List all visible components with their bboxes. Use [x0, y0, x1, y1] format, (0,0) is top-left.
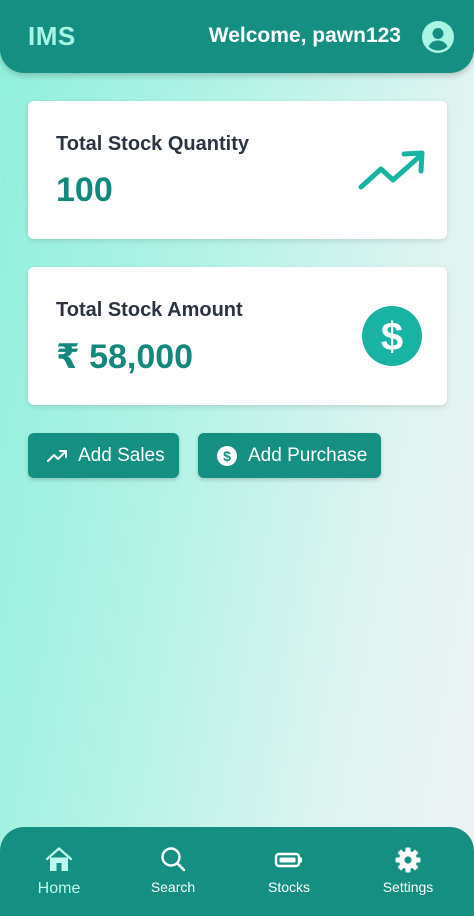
nav-item-home[interactable]: Home — [0, 827, 118, 916]
add-purchase-button[interactable]: $ Add Purchase — [198, 433, 381, 478]
battery-icon — [274, 852, 302, 868]
stock-amount-card: Total Stock Amount ₹ 58,000 $ — [28, 267, 447, 405]
add-sales-label: Add Sales — [78, 444, 165, 466]
search-icon — [161, 847, 186, 872]
nav-label-search: Search — [150, 879, 196, 895]
svg-text:$: $ — [223, 448, 231, 464]
add-sales-button[interactable]: Add Sales — [28, 433, 179, 478]
dollar-circle-icon: $ — [362, 306, 422, 366]
nav-item-stocks[interactable]: Stocks — [230, 827, 348, 916]
stock-quantity-card: Total Stock Quantity 100 — [28, 101, 447, 239]
app-title: IMS — [28, 21, 76, 51]
trending-up-icon — [47, 449, 67, 462]
account-circle-icon[interactable] — [422, 21, 454, 53]
gear-icon — [395, 847, 421, 873]
dollar-circle-icon: $ — [217, 445, 237, 466]
nav-label-settings: Settings — [382, 879, 434, 895]
nav-item-search[interactable]: Search — [114, 827, 232, 916]
nav-label-home: Home — [37, 880, 81, 897]
welcome-text: Welcome, pawn123 — [208, 24, 401, 47]
bottom-navigation: Home Search Stocks Settings — [0, 827, 474, 916]
add-purchase-label: Add Purchase — [248, 444, 368, 466]
stock-quantity-label: Total Stock Quantity — [56, 133, 249, 155]
stock-amount-value: ₹ 58,000 — [56, 338, 194, 376]
nav-item-settings[interactable]: Settings — [349, 827, 467, 916]
stock-quantity-value: 100 — [56, 171, 113, 209]
trending-up-icon — [358, 150, 425, 190]
home-icon — [45, 847, 73, 871]
svg-text:$: $ — [381, 315, 403, 359]
nav-label-stocks: Stocks — [267, 879, 310, 895]
stock-amount-label: Total Stock Amount — [56, 299, 243, 321]
top-app-bar: IMS Welcome, pawn123 — [0, 0, 474, 73]
